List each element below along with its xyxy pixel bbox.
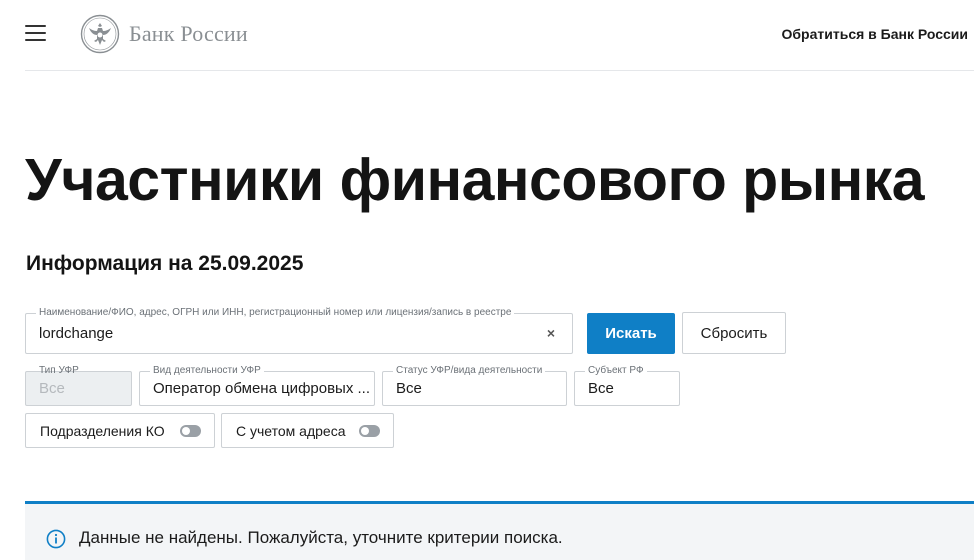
address-switch[interactable] <box>359 425 380 437</box>
search-field[interactable]: Наименование/ФИО, адрес, ОГРН или ИНН, р… <box>25 307 573 354</box>
menu-icon[interactable] <box>25 25 47 41</box>
type-ufr-value: Все <box>39 380 65 397</box>
address-label: С учетом адреса <box>236 422 346 439</box>
search-input[interactable] <box>39 314 529 353</box>
header-divider <box>25 70 974 71</box>
contact-bank-link[interactable]: Обратиться в Банк России <box>782 26 968 42</box>
address-toggle[interactable]: С учетом адреса <box>221 413 394 448</box>
reset-button[interactable]: Сбросить <box>682 312 786 354</box>
activity-ufr-value: Оператор обмена цифровых ... <box>153 380 371 397</box>
logo-text: Банк России <box>129 21 248 46</box>
no-results-notice: Данные не найдены. Пожалуйста, уточните … <box>25 501 974 560</box>
clear-icon[interactable]: × <box>544 326 558 340</box>
notice-text: Данные не найдены. Пожалуйста, уточните … <box>79 528 563 547</box>
info-date-heading: Информация на 25.09.2025 <box>26 252 304 275</box>
info-icon <box>46 529 66 549</box>
status-ufr-select[interactable]: Статус УФР/вида деятельности Все <box>382 365 567 406</box>
page-title: Участники финансового рынка <box>25 147 925 213</box>
ko-divisions-switch[interactable] <box>180 425 201 437</box>
ko-divisions-label: Подразделения КО <box>40 422 165 439</box>
bank-logo[interactable]: Банк России <box>80 14 248 54</box>
ko-divisions-toggle[interactable]: Подразделения КО <box>25 413 215 448</box>
eagle-emblem-icon <box>80 14 120 54</box>
subject-rf-select[interactable]: Субъект РФ Все <box>574 365 680 406</box>
site-header: Банк России Обратиться в Банк России <box>0 0 974 70</box>
activity-ufr-select[interactable]: Вид деятельности УФР Оператор обмена циф… <box>139 365 375 406</box>
search-button[interactable]: Искать <box>587 313 675 354</box>
type-ufr-select: Тип УФР Все <box>25 365 132 406</box>
subject-rf-value: Все <box>588 380 614 397</box>
status-ufr-value: Все <box>396 380 422 397</box>
